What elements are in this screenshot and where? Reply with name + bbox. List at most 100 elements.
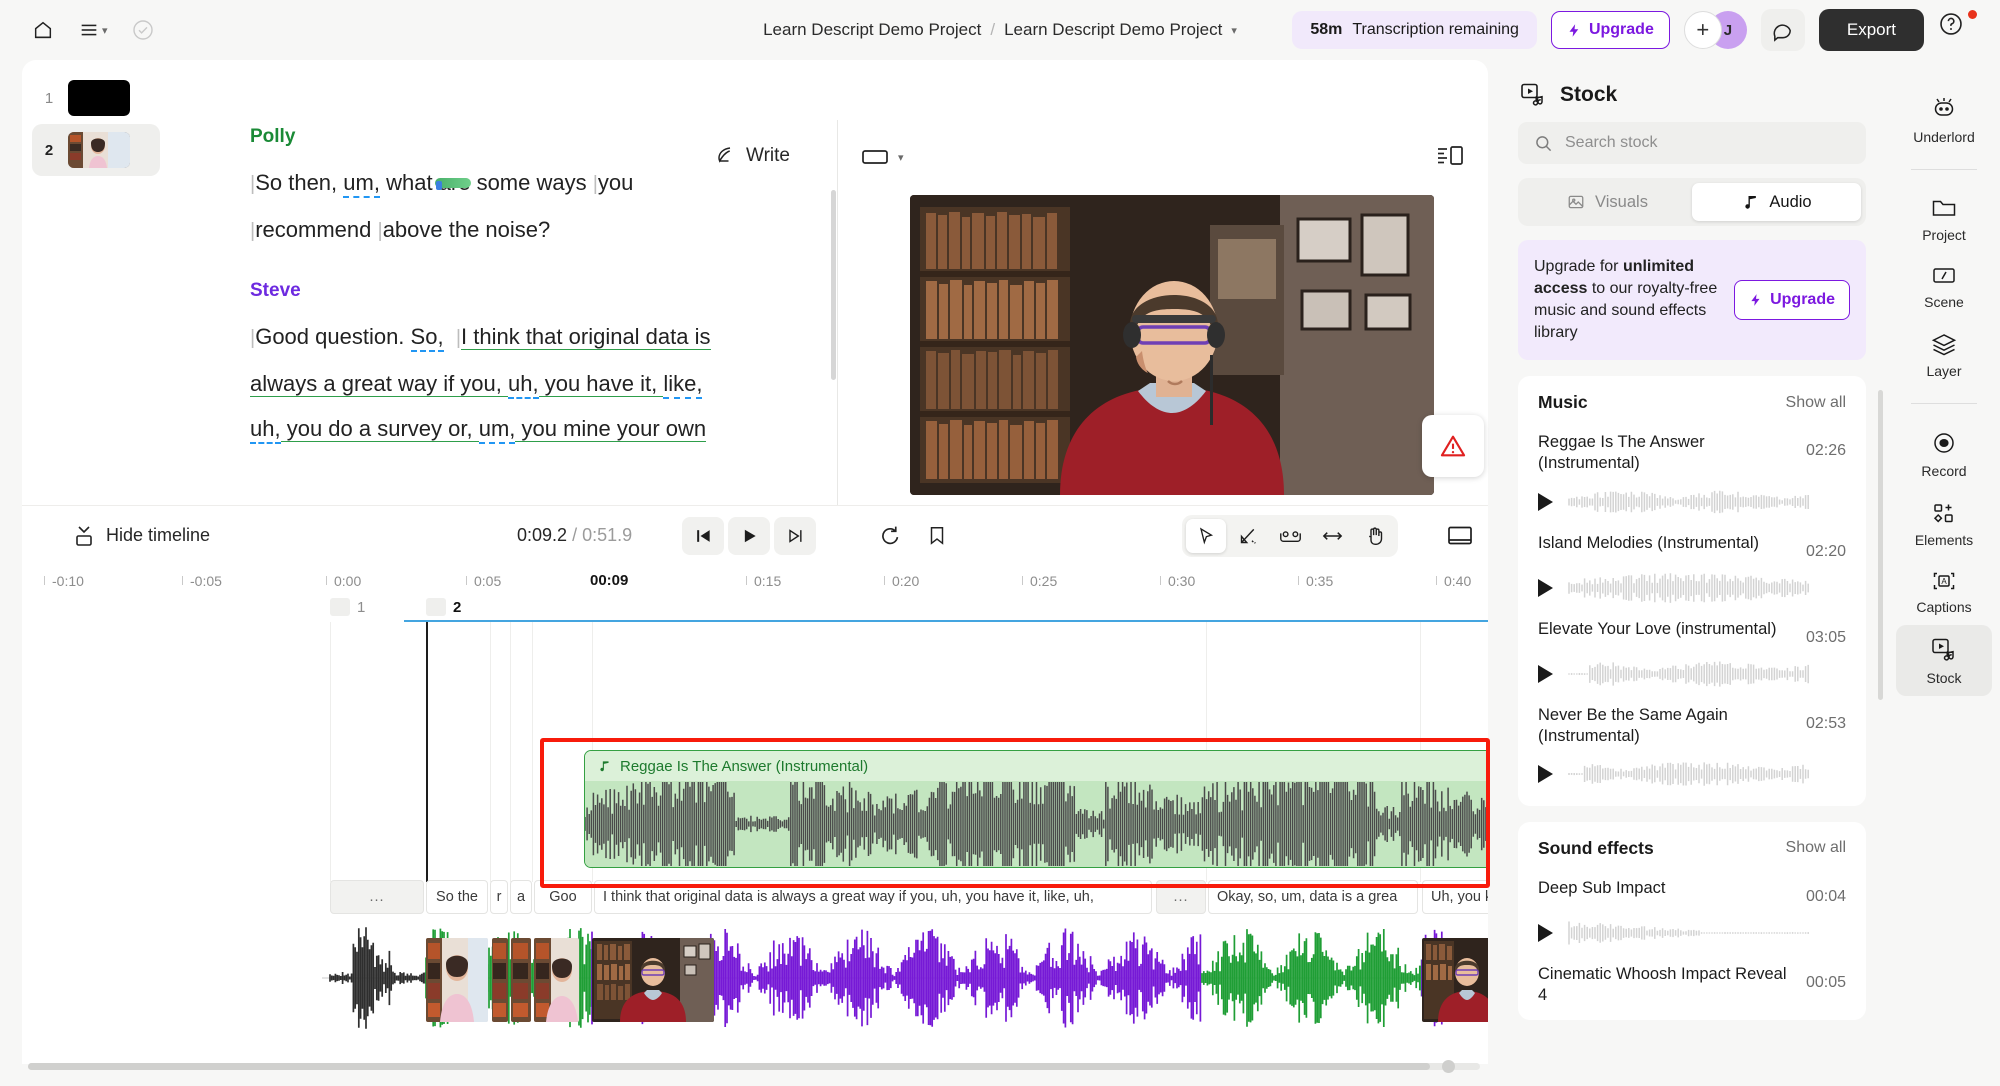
elements-icon bbox=[1933, 504, 1953, 523]
transcript-word: you bbox=[597, 170, 634, 195]
timeline-segment[interactable]: r bbox=[490, 880, 508, 914]
timeline-audio-clip[interactable]: Reggae Is The Answer (Instrumental) bbox=[584, 750, 1488, 868]
stock-track-item[interactable]: Deep Sub Impact 00:04 bbox=[1538, 869, 1846, 955]
timeline-main-waveform[interactable] bbox=[22, 918, 1488, 1038]
play-icon[interactable] bbox=[1538, 578, 1553, 597]
breadcrumb-separator: / bbox=[990, 20, 996, 39]
filler-word[interactable]: So, bbox=[410, 324, 444, 352]
bookmark-icon[interactable] bbox=[926, 523, 948, 548]
timeline-segment[interactable]: Uh, you kno bbox=[1422, 880, 1488, 914]
stock-track-item[interactable]: Reggae Is The Answer (Instrumental) 02:2… bbox=[1538, 423, 1846, 523]
breadcrumb-composition[interactable]: Learn Descript Demo Project bbox=[1004, 20, 1222, 40]
track-duration: 02:20 bbox=[1805, 542, 1846, 560]
keyframe-tool[interactable] bbox=[1270, 519, 1310, 553]
pen-slash-tool[interactable] bbox=[1228, 519, 1268, 553]
breadcrumb-project[interactable]: Learn Descript Demo Project bbox=[763, 20, 981, 40]
top-bar-left: ▾ bbox=[0, 11, 162, 49]
skip-to-end-icon[interactable] bbox=[774, 516, 816, 555]
transcript-line[interactable]: uh, you do a survey or, um, you mine you… bbox=[250, 406, 800, 451]
stock-track-item[interactable]: Elevate Your Love (instrumental) 03:05 bbox=[1538, 610, 1846, 696]
filler-word[interactable]: uh, bbox=[508, 371, 539, 399]
timeline-ruler[interactable]: -0:10 -0:05 0:00 0:05 00:09 0:15 0:20 0:… bbox=[22, 565, 1488, 600]
chapter-marker-2[interactable]: 2 bbox=[426, 598, 461, 616]
timeline-segment[interactable]: I think that original data is always a g… bbox=[594, 880, 1152, 914]
timeline-body[interactable]: Reggae Is The Answer (Instrumental) ... … bbox=[22, 622, 1488, 1064]
filler-word[interactable]: um, bbox=[478, 416, 516, 444]
check-circle-icon[interactable] bbox=[124, 11, 162, 49]
aspect-ratio-selector[interactable]: ▾ bbox=[862, 148, 904, 166]
panel-layout-icon[interactable] bbox=[1437, 144, 1464, 167]
play-icon[interactable] bbox=[728, 516, 770, 555]
filler-word[interactable]: um, bbox=[343, 170, 380, 198]
transcript-line[interactable]: |Good question. So, |I think that origin… bbox=[250, 314, 800, 361]
tab-visuals[interactable]: Visuals bbox=[1523, 183, 1692, 221]
scene-item-1[interactable]: 1 bbox=[32, 72, 160, 124]
warning-triangle-icon bbox=[1438, 432, 1468, 460]
layout-toggle-icon[interactable] bbox=[1447, 525, 1473, 547]
timeline-segment[interactable]: a bbox=[510, 880, 532, 914]
breadcrumb-chevron-down-icon[interactable]: ▾ bbox=[1231, 24, 1237, 37]
timeline-segment[interactable]: Okay, so, um, data is a grea bbox=[1208, 880, 1418, 914]
loop-icon[interactable] bbox=[877, 523, 902, 548]
record-circle-icon bbox=[1934, 433, 1954, 453]
timeline-horizontal-scrollbar[interactable] bbox=[22, 1058, 1488, 1074]
sfx-show-all[interactable]: Show all bbox=[1786, 839, 1846, 857]
promo-upgrade-button[interactable]: Upgrade bbox=[1734, 280, 1850, 321]
stock-search-input[interactable]: Search stock bbox=[1518, 122, 1866, 164]
transcript-line[interactable]: |recommend |above the noise? bbox=[250, 207, 800, 254]
filler-word[interactable]: like, bbox=[663, 371, 703, 399]
render-warning-indicator[interactable] bbox=[1422, 415, 1484, 477]
export-button[interactable]: Export bbox=[1818, 9, 1924, 51]
write-button[interactable]: Write bbox=[712, 144, 790, 168]
menu-button[interactable]: ▾ bbox=[72, 15, 114, 45]
skip-to-start-icon[interactable] bbox=[682, 516, 724, 555]
rail-item-layer[interactable]: Layer bbox=[1896, 320, 1992, 389]
transcript-line[interactable]: always a great way if you, uh, you have … bbox=[250, 361, 800, 406]
stock-panel-scrollbar[interactable] bbox=[1878, 390, 1883, 700]
speaker-label-steve[interactable]: Steve bbox=[250, 280, 800, 302]
add-collaborator-button[interactable]: + bbox=[1683, 11, 1722, 49]
upgrade-button[interactable]: Upgrade bbox=[1550, 11, 1670, 49]
play-icon[interactable] bbox=[1538, 764, 1553, 783]
stock-track-item[interactable]: Island Melodies (Instrumental) 02:20 bbox=[1538, 524, 1846, 610]
comment-bubble-icon[interactable] bbox=[1760, 9, 1805, 51]
rail-item-project[interactable]: Project bbox=[1896, 184, 1992, 253]
video-thumbnail bbox=[426, 938, 488, 1022]
music-show-all[interactable]: Show all bbox=[1786, 394, 1846, 412]
video-preview[interactable] bbox=[910, 195, 1434, 495]
stock-track-item[interactable]: Cinematic Whoosh Impact Reveal 4 00:05 bbox=[1538, 955, 1846, 1010]
tab-audio[interactable]: Audio bbox=[1692, 183, 1861, 221]
play-icon[interactable] bbox=[1538, 923, 1553, 942]
stock-music-section: Music Show all Reggae Is The Answer (Ins… bbox=[1518, 376, 1866, 806]
scrollbar-thumb[interactable] bbox=[28, 1063, 1430, 1070]
help-button[interactable] bbox=[1938, 10, 1977, 49]
timeline-segment[interactable]: ... bbox=[330, 880, 424, 914]
chapter-marker-1[interactable]: 1 bbox=[330, 598, 365, 616]
rail-item-record[interactable]: Record bbox=[1896, 418, 1992, 489]
stock-track-item[interactable]: Never Be the Same Again (Instrumental) 0… bbox=[1538, 696, 1846, 796]
timeline-segment[interactable]: ... bbox=[1156, 880, 1206, 914]
transcript-scrollbar[interactable] bbox=[831, 190, 836, 380]
rail-item-elements[interactable]: Elements bbox=[1896, 489, 1992, 558]
rail-item-captions[interactable]: A Captions bbox=[1896, 558, 1992, 625]
timeline-segment[interactable]: So the bbox=[426, 880, 488, 914]
home-icon[interactable] bbox=[24, 11, 62, 49]
filler-word[interactable]: uh, bbox=[250, 416, 281, 444]
editor-divider bbox=[837, 120, 838, 505]
play-icon[interactable] bbox=[1538, 492, 1553, 511]
hide-timeline-button[interactable]: Hide timeline bbox=[74, 525, 210, 547]
captions-icon: A bbox=[1933, 572, 1955, 590]
timeline-segment[interactable]: Goo bbox=[534, 880, 592, 914]
rail-item-underlord[interactable]: Underlord bbox=[1896, 84, 1992, 155]
play-icon[interactable] bbox=[1538, 664, 1553, 683]
scene-item-2[interactable]: 2 bbox=[32, 124, 160, 176]
resize-tool[interactable] bbox=[1312, 519, 1352, 553]
rail-item-scene[interactable]: Scene bbox=[1896, 253, 1992, 320]
rail-item-stock[interactable]: Stock bbox=[1896, 625, 1992, 696]
select-tool[interactable] bbox=[1186, 518, 1226, 553]
transcript-editor[interactable]: Polly |So then, um, what are some ways |… bbox=[170, 60, 840, 505]
playhead[interactable] bbox=[426, 622, 428, 882]
scrollbar-zoom-handle[interactable] bbox=[1442, 1060, 1455, 1073]
track-waveform bbox=[1568, 490, 1809, 513]
hand-tool[interactable] bbox=[1354, 519, 1394, 553]
